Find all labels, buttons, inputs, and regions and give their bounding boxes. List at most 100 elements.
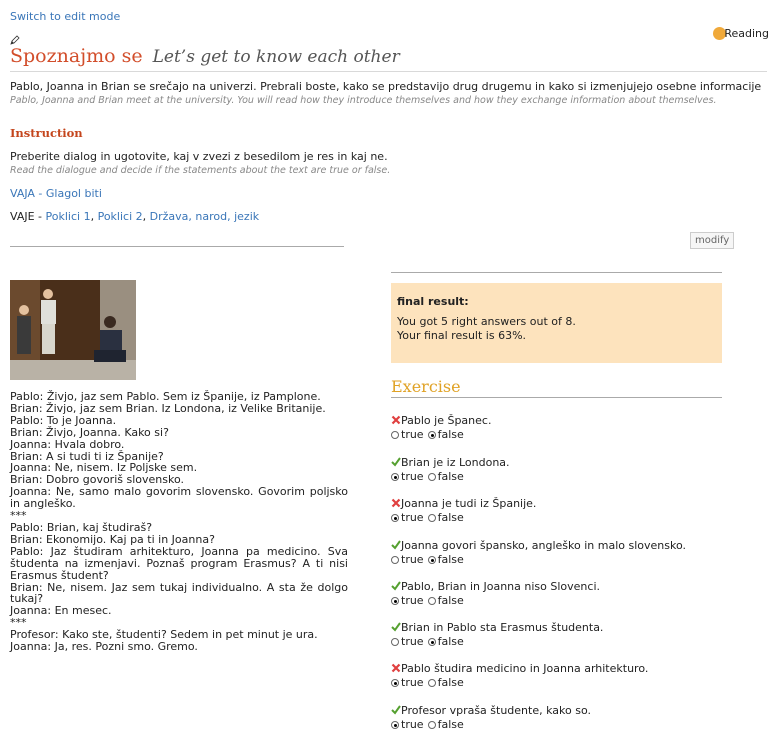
final-result-line-2: Your final result is 63%.: [397, 329, 527, 342]
radio-true[interactable]: [391, 556, 399, 564]
exercise-question: Pablo, Brian in Joanna niso Slovenci. tru…: [391, 580, 769, 608]
radio-false-label: false: [437, 635, 464, 648]
radio-true-label: true: [401, 594, 424, 607]
correct-check-icon: [391, 540, 401, 550]
switch-to-edit-mode-link[interactable]: Switch to edit mode: [10, 10, 120, 23]
correct-check-icon: [391, 457, 401, 467]
radio-false[interactable]: [427, 721, 436, 729]
page-title: Spoznajmo se Let’s get to know each othe…: [10, 45, 400, 67]
answer-options: true false: [391, 594, 769, 608]
poklici-2-link[interactable]: Poklici 2: [98, 210, 143, 223]
wrong-cross-icon: [391, 498, 401, 508]
exercise-question: Brian je iz Londona. true false: [391, 456, 769, 484]
dialog-line: Brian: Ne, nisem. Jaz sem tukaj individu…: [10, 580, 348, 606]
correct-check-icon: [391, 581, 401, 591]
question-text: Pablo, Brian in Joanna niso Slovenci.: [401, 580, 600, 593]
intro-text: Pablo, Joanna in Brian se srečajo na uni…: [10, 80, 768, 108]
right-divider: [391, 272, 722, 273]
question-line: Pablo, Brian in Joanna niso Slovenci.: [391, 580, 769, 594]
dialog-line: Joanna: Ne, samo malo govorim slovensko.…: [10, 485, 348, 511]
poklici-1-link[interactable]: Poklici 1: [46, 210, 91, 223]
dialog-line: Pablo: To je Joanna.: [10, 413, 117, 427]
question-line: Brian in Pablo sta Erasmus študenta.: [391, 621, 769, 635]
question-line: Pablo je Španec.: [391, 414, 769, 428]
radio-true-label: true: [401, 470, 424, 483]
radio-true[interactable]: [391, 679, 399, 687]
radio-true-label: true: [401, 511, 424, 524]
vaje-prefix: VAJE -: [10, 210, 46, 223]
answer-options: true false: [391, 511, 769, 525]
radio-true[interactable]: [391, 473, 399, 481]
answer-options: true false: [391, 635, 769, 649]
intro-en: Pablo, Joanna and Brian meet at the univ…: [10, 95, 717, 106]
exercise-question: Pablo je Španec. true false: [391, 414, 769, 442]
correct-check-icon: [391, 622, 401, 632]
intro-sl: Pablo, Joanna in Brian se srečajo na uni…: [10, 80, 762, 93]
pencil-icon[interactable]: [10, 35, 20, 45]
modify-button[interactable]: modify: [690, 232, 735, 249]
question-text: Pablo je Španec.: [401, 414, 492, 427]
dialog-line: Joanna: Hvala dobro.: [10, 437, 125, 451]
page-title-en: Let’s get to know each other: [152, 47, 400, 67]
wrong-cross-icon: [391, 415, 401, 425]
exercise-question: Joanna je tudi iz Španije. true false: [391, 497, 769, 525]
dialog-line: Joanna: Ja, res. Pozni smo. Gremo.: [10, 640, 198, 654]
final-result-heading: final result:: [397, 295, 469, 308]
radio-false[interactable]: [427, 556, 436, 564]
radio-false[interactable]: [427, 679, 436, 687]
vaja-glagol-biti-link[interactable]: VAJA - Glagol biti: [10, 187, 102, 200]
vaje-links: VAJE - Poklici 1, Poklici 2, Država, nar…: [10, 210, 259, 223]
question-line: Joanna govori špansko, angleško in malo …: [391, 539, 769, 553]
dialog-line: Brian: Živjo, Joanna. Kako si?: [10, 425, 169, 439]
radio-false-label: false: [437, 470, 464, 483]
title-divider: [10, 71, 767, 72]
question-line: Brian je iz Londona.: [391, 456, 769, 470]
instruction-sl: Preberite dialog in ugotovite, kaj v zve…: [10, 150, 388, 163]
radio-false[interactable]: [427, 638, 436, 646]
answer-options: true false: [391, 718, 769, 732]
radio-false-label: false: [437, 553, 464, 566]
answer-options: true false: [391, 428, 769, 442]
radio-true-label: true: [401, 718, 424, 731]
radio-false-label: false: [437, 718, 464, 731]
dialog-text: Pablo: Živjo, jaz sem Pablo. Sem iz Špan…: [10, 391, 348, 653]
radio-true-label: true: [401, 676, 424, 689]
radio-true[interactable]: [391, 514, 399, 522]
final-result-box: final result: You got 5 right answers ou…: [391, 283, 722, 363]
question-text: Joanna je tudi iz Španije.: [401, 497, 537, 510]
vaje-separator: ,: [142, 210, 150, 223]
radio-true[interactable]: [391, 638, 399, 646]
radio-false[interactable]: [427, 473, 436, 481]
question-line: Joanna je tudi iz Španije.: [391, 497, 769, 511]
instruction-en: Read the dialogue and decide if the stat…: [10, 165, 391, 176]
reading-indicator: Reading: [713, 27, 769, 40]
radio-true[interactable]: [391, 721, 399, 729]
correct-check-icon: [391, 705, 401, 715]
radio-true[interactable]: [391, 597, 399, 605]
left-divider: [10, 246, 344, 247]
question-line: Pablo študira medicino in Joanna arhitek…: [391, 662, 769, 676]
instruction-text: Preberite dialog in ugotovite, kaj v zve…: [10, 150, 390, 178]
radio-false[interactable]: [427, 431, 436, 439]
question-text: Pablo študira medicino in Joanna arhitek…: [401, 662, 649, 675]
exercise-question: Pablo študira medicino in Joanna arhitek…: [391, 662, 769, 690]
radio-false[interactable]: [427, 597, 436, 605]
radio-true-label: true: [401, 428, 424, 441]
reading-label: Reading: [724, 27, 769, 40]
radio-false-label: false: [437, 428, 464, 441]
radio-false[interactable]: [427, 514, 436, 522]
dialog-line: Pablo: Jaz študiram arhitekturo, Joanna …: [10, 544, 348, 582]
radio-false-label: false: [437, 676, 464, 689]
radio-false-label: false: [437, 594, 464, 607]
exercise-divider: [391, 397, 722, 398]
dialog-line: Brian: Ekonomijo. Kaj pa ti in Joanna?: [10, 532, 215, 546]
wrong-cross-icon: [391, 663, 401, 673]
answer-options: true false: [391, 676, 769, 690]
radio-true[interactable]: [391, 431, 399, 439]
vaje-separator: ,: [90, 210, 98, 223]
radio-false-label: false: [437, 511, 464, 524]
question-text: Joanna govori špansko, angleško in malo …: [401, 539, 687, 552]
drzava-narod-jezik-link[interactable]: Država, narod, jezik: [150, 210, 259, 223]
page-title-sl: Spoznajmo se: [10, 45, 143, 67]
question-line: Profesor vpraša študente, kako so.: [391, 704, 769, 718]
